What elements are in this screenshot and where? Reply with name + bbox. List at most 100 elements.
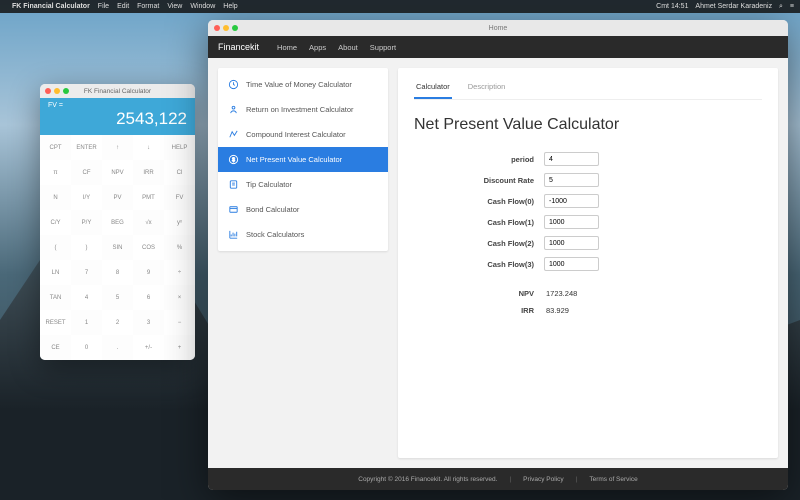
calc-key-cf[interactable]: CF xyxy=(71,160,102,185)
calc-key-7[interactable]: 7 xyxy=(71,260,102,285)
brand[interactable]: Financekit xyxy=(218,42,259,52)
search-icon[interactable]: ⌕ xyxy=(779,3,783,10)
calc-key-npv[interactable]: NPV xyxy=(102,160,133,185)
calc-key-tan[interactable]: TAN xyxy=(40,285,71,310)
field-label: Cash Flow(1) xyxy=(464,218,534,227)
calc-key-reset[interactable]: RESET xyxy=(40,310,71,335)
field-label: period xyxy=(464,155,534,164)
result-label: NPV xyxy=(464,289,534,298)
nav-apps[interactable]: Apps xyxy=(309,43,326,52)
calc-key-cy[interactable]: C/Y xyxy=(40,210,71,235)
menu-file[interactable]: File xyxy=(98,3,109,10)
calc-key-[interactable]: ↑ xyxy=(102,135,133,160)
sidebar-item-0[interactable]: Time Value of Money Calculator xyxy=(218,72,388,97)
calc-keypad: CPTENTER↑↓HELP πCFNPVIRRCl NI/YPVPMTFV C/YP… xyxy=(40,135,195,360)
calc-key-1[interactable]: 1 xyxy=(71,310,102,335)
nav-about[interactable]: About xyxy=(338,43,358,52)
calc-key-5[interactable]: 5 xyxy=(102,285,133,310)
calc-key-iy[interactable]: I/Y xyxy=(71,185,102,210)
calc-key-[interactable]: ) xyxy=(71,235,102,260)
calc-key-[interactable]: . xyxy=(102,335,133,360)
nav-home[interactable]: Home xyxy=(277,43,297,52)
menu-view[interactable]: View xyxy=(167,3,182,10)
calc-key-[interactable]: − xyxy=(164,310,195,335)
calc-key-0[interactable]: 0 xyxy=(71,335,102,360)
calc-key-fv[interactable]: FV xyxy=(164,185,195,210)
calc-key-[interactable]: ↓ xyxy=(133,135,164,160)
calc-key-x[interactable]: √x xyxy=(133,210,164,235)
calc-key-[interactable]: ( xyxy=(40,235,71,260)
sidebar-item-3[interactable]: $Net Present Value Calculator xyxy=(218,147,388,172)
calc-key-[interactable]: % xyxy=(164,235,195,260)
menu-window[interactable]: Window xyxy=(190,3,215,10)
calc-key-[interactable]: π xyxy=(40,160,71,185)
sidebar-item-6[interactable]: Stock Calculators xyxy=(218,222,388,247)
calc-key-py[interactable]: P/Y xyxy=(71,210,102,235)
terms-link[interactable]: Terms of Service xyxy=(589,476,637,483)
close-icon[interactable] xyxy=(45,88,51,94)
calc-key-[interactable]: ÷ xyxy=(164,260,195,285)
calc-key-ce[interactable]: CE xyxy=(40,335,71,360)
maximize-icon[interactable] xyxy=(63,88,69,94)
nav-support[interactable]: Support xyxy=(370,43,396,52)
result-label: IRR xyxy=(464,306,534,315)
results: NPV1723.248IRR83.929 xyxy=(414,289,762,315)
sidebar-item-5[interactable]: Bond Calculator xyxy=(218,197,388,222)
menu-help[interactable]: Help xyxy=(223,3,237,10)
calc-key-help[interactable]: HELP xyxy=(164,135,195,160)
field-input-1[interactable] xyxy=(544,173,599,187)
field-row-5: Cash Flow(3) xyxy=(464,257,762,271)
menu-format[interactable]: Format xyxy=(137,3,159,10)
tab-calculator[interactable]: Calculator xyxy=(414,78,452,99)
calc-key-y[interactable]: yˣ xyxy=(164,210,195,235)
calc-key-[interactable]: +/- xyxy=(133,335,164,360)
field-input-3[interactable] xyxy=(544,215,599,229)
content-panel: Calculator Description Net Present Value… xyxy=(398,68,778,458)
calc-key-ln[interactable]: LN xyxy=(40,260,71,285)
calc-key-cos[interactable]: COS xyxy=(133,235,164,260)
field-input-0[interactable] xyxy=(544,152,599,166)
menubar-app-name[interactable]: FK Financial Calculator xyxy=(12,3,90,10)
field-input-2[interactable] xyxy=(544,194,599,208)
traffic-lights[interactable] xyxy=(45,88,69,94)
sidebar-item-2[interactable]: Compound Interest Calculator xyxy=(218,122,388,147)
calc-key-cl[interactable]: Cl xyxy=(164,160,195,185)
calc-key-6[interactable]: 6 xyxy=(133,285,164,310)
main-titlebar[interactable]: Home xyxy=(208,20,788,36)
calc-key-9[interactable]: 9 xyxy=(133,260,164,285)
calc-key-enter[interactable]: ENTER xyxy=(71,135,102,160)
main-window: Home Financekit Home Apps About Support … xyxy=(208,20,788,490)
calc-key-beg[interactable]: BEG xyxy=(102,210,133,235)
menu-edit[interactable]: Edit xyxy=(117,3,129,10)
close-icon[interactable] xyxy=(214,25,220,31)
calc-key-pv[interactable]: PV xyxy=(102,185,133,210)
calc-key-4[interactable]: 4 xyxy=(71,285,102,310)
field-row-3: Cash Flow(1) xyxy=(464,215,762,229)
calc-key-cpt[interactable]: CPT xyxy=(40,135,71,160)
calc-key-3[interactable]: 3 xyxy=(133,310,164,335)
calc-display: FV = 2543,122 xyxy=(40,98,195,135)
calc-key-pmt[interactable]: PMT xyxy=(133,185,164,210)
field-input-5[interactable] xyxy=(544,257,599,271)
tabs: Calculator Description xyxy=(414,78,762,100)
calc-key-[interactable]: + xyxy=(164,335,195,360)
menu-icon[interactable]: ≡ xyxy=(790,3,794,10)
calc-key-2[interactable]: 2 xyxy=(102,310,133,335)
calc-key-8[interactable]: 8 xyxy=(102,260,133,285)
sidebar-item-4[interactable]: Tip Calculator xyxy=(218,172,388,197)
privacy-link[interactable]: Privacy Policy xyxy=(523,476,563,483)
result-row-0: NPV1723.248 xyxy=(464,289,762,298)
calc-titlebar[interactable]: FK Financial Calculator xyxy=(40,84,195,98)
field-input-4[interactable] xyxy=(544,236,599,250)
maximize-icon[interactable] xyxy=(232,25,238,31)
sidebar-item-1[interactable]: Return on Investment Calculator xyxy=(218,97,388,122)
calc-key-n[interactable]: N xyxy=(40,185,71,210)
traffic-lights[interactable] xyxy=(214,25,238,31)
minimize-icon[interactable] xyxy=(223,25,229,31)
minimize-icon[interactable] xyxy=(54,88,60,94)
calc-key-[interactable]: × xyxy=(164,285,195,310)
tab-description[interactable]: Description xyxy=(466,78,508,99)
calc-key-sin[interactable]: SIN xyxy=(102,235,133,260)
field-row-2: Cash Flow(0) xyxy=(464,194,762,208)
calc-key-irr[interactable]: IRR xyxy=(133,160,164,185)
